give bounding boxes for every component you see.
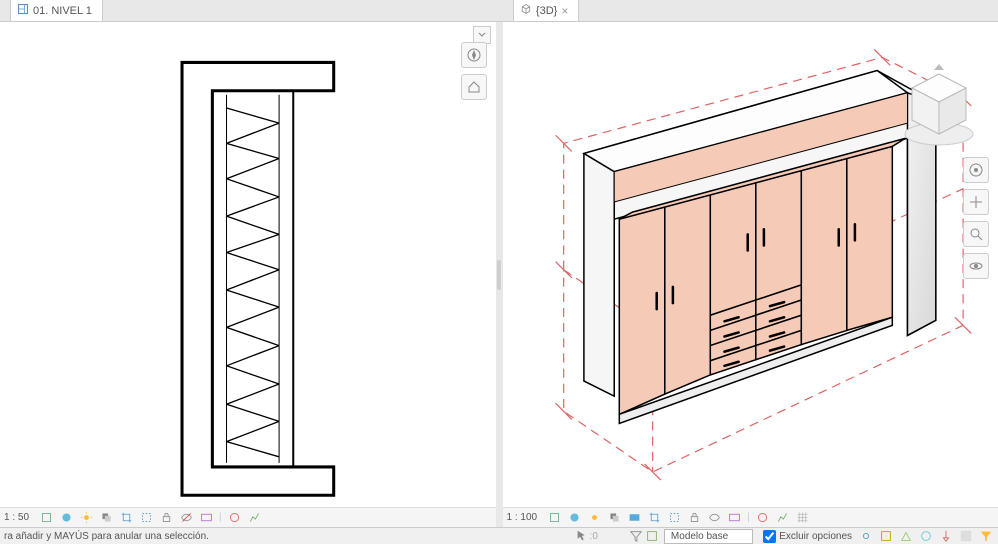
model-selector[interactable]: Modelo base — [664, 529, 753, 544]
hide-icon[interactable] — [706, 510, 722, 526]
lock-icon[interactable] — [686, 510, 702, 526]
sb-select2-icon[interactable] — [878, 528, 894, 544]
visualstyle-icon[interactable] — [566, 510, 582, 526]
nav-tools — [960, 157, 992, 279]
cropshow-icon[interactable] — [666, 510, 682, 526]
viewcube[interactable] — [894, 62, 984, 152]
view-controlbar-right: 1 : 100 | — [503, 507, 998, 527]
analytical-icon[interactable] — [775, 510, 791, 526]
statusbar: ra añadir y MAYÚS para anular una selecc… — [0, 527, 998, 544]
grid-icon[interactable] — [795, 510, 811, 526]
constraints-icon[interactable] — [755, 510, 771, 526]
viewport-plan: 1 : 50 | — [0, 22, 496, 527]
sunpath-icon[interactable] — [78, 510, 94, 526]
statusbar-right-tools — [858, 528, 994, 544]
exclude-options-checkbox[interactable]: Excluir opciones — [763, 530, 852, 543]
viewport-splitter[interactable] — [496, 22, 503, 527]
tab-label: {3D} — [536, 5, 557, 17]
nav-tools — [458, 42, 490, 100]
3d-canvas[interactable] — [503, 22, 998, 507]
reveal-icon[interactable] — [198, 510, 214, 526]
compass-icon[interactable] — [461, 42, 487, 68]
home-icon[interactable] — [461, 74, 487, 100]
analytical-icon[interactable] — [247, 510, 263, 526]
separator: | — [219, 512, 222, 523]
viewport-3d: 1 : 100 | — [503, 22, 998, 527]
tab-close-button[interactable]: × — [561, 4, 568, 18]
sb-filter-icon[interactable] — [628, 528, 644, 544]
visualstyle-icon[interactable] — [58, 510, 74, 526]
scale-selector[interactable]: 1 : 50 — [4, 512, 29, 523]
floorplan-icon — [17, 3, 29, 18]
sb-face-icon[interactable] — [898, 528, 914, 544]
zoom-icon[interactable] — [963, 221, 989, 247]
detail-icon[interactable] — [546, 510, 562, 526]
render-icon[interactable] — [626, 510, 642, 526]
shadows-icon[interactable] — [606, 510, 622, 526]
plan-canvas[interactable] — [0, 22, 496, 507]
sb-pin-icon[interactable] — [938, 528, 954, 544]
pan-icon[interactable] — [963, 189, 989, 215]
separator: | — [747, 512, 750, 523]
plan-drawing — [0, 22, 496, 507]
sb-bg-icon[interactable] — [958, 528, 974, 544]
view-controlbar-left: 1 : 50 | — [0, 507, 496, 527]
exclude-checkbox-input[interactable] — [763, 530, 776, 543]
app-root: 01. NIVEL 1 {3D} × — [0, 0, 998, 534]
scale-selector[interactable]: 1 : 100 — [507, 512, 538, 523]
status-hint: ra añadir y MAYÚS para anular una selecc… — [4, 531, 574, 542]
view-tabs: 01. NIVEL 1 {3D} × — [0, 0, 998, 22]
sb-select-icon[interactable] — [574, 528, 590, 544]
sb-drag-icon[interactable] — [918, 528, 934, 544]
sb-filter2-icon[interactable] — [978, 528, 994, 544]
sb-link-icon[interactable] — [858, 528, 874, 544]
exclude-label: Excluir opciones — [779, 531, 852, 542]
crop-icon[interactable] — [118, 510, 134, 526]
sb-box-icon[interactable] — [644, 528, 660, 544]
tab-nivel1[interactable]: 01. NIVEL 1 — [10, 0, 103, 21]
constraints-icon[interactable] — [227, 510, 243, 526]
tab-label: 01. NIVEL 1 — [33, 5, 92, 17]
steering-wheel-icon[interactable] — [963, 157, 989, 183]
crop-icon[interactable] — [646, 510, 662, 526]
hide-icon[interactable] — [178, 510, 194, 526]
sunpath-icon[interactable] — [586, 510, 602, 526]
shadows-icon[interactable] — [98, 510, 114, 526]
cropshow-icon[interactable] — [138, 510, 154, 526]
reveal-icon[interactable] — [726, 510, 742, 526]
detail-icon[interactable] — [38, 510, 54, 526]
lock-icon[interactable] — [158, 510, 174, 526]
orbit-icon[interactable] — [963, 253, 989, 279]
tab-3d[interactable]: {3D} × — [513, 0, 579, 21]
viewports: 1 : 50 | — [0, 22, 998, 527]
cube-icon — [520, 3, 532, 18]
